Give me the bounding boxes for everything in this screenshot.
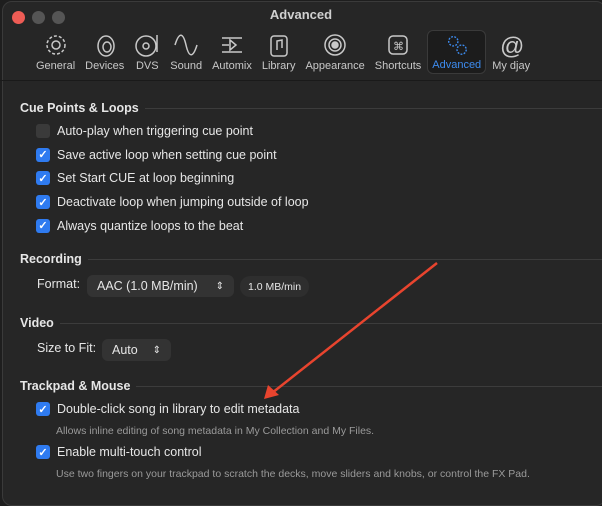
annotation-arrow: [264, 262, 438, 399]
